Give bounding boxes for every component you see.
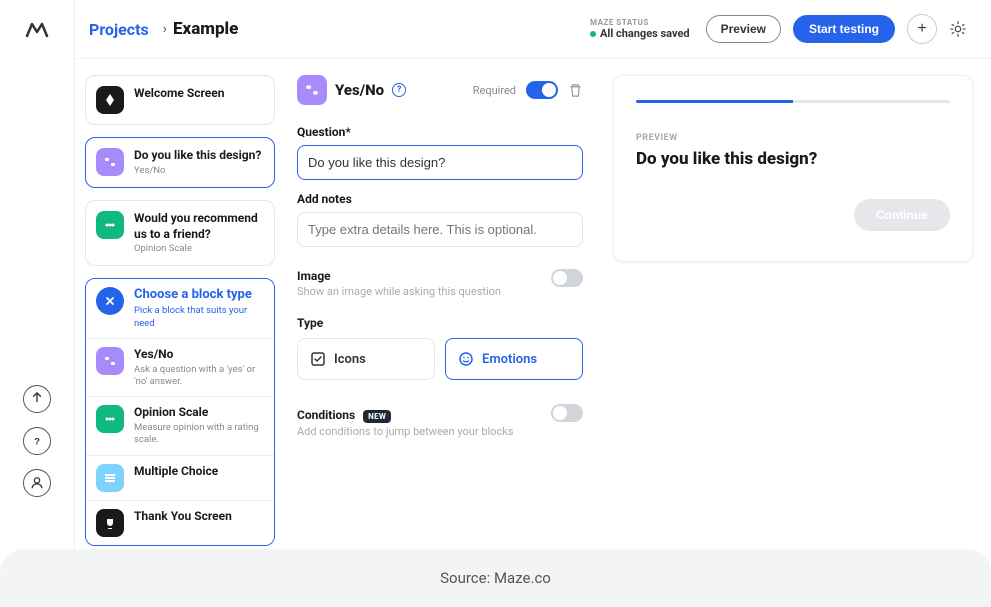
breadcrumb-current: Example	[173, 19, 238, 39]
breadcrumb-parent[interactable]: Projects	[89, 20, 149, 39]
notes-label: Add notes	[297, 192, 583, 206]
type-option-emotions[interactable]: Emotions	[445, 338, 583, 380]
block-yesno[interactable]: Do you like this design? Yes/No	[85, 137, 275, 188]
header: Projects › Example MAZE STATUS All chang…	[75, 0, 991, 59]
editor-panel: Yes/No ? Required Question* Add notes	[285, 59, 595, 607]
dropdown-item-yesno[interactable]: Yes/No Ask a question with a 'yes' or 'n…	[86, 339, 274, 397]
continue-button[interactable]: Continue	[854, 199, 950, 231]
dropdown-item-opinion[interactable]: Opinion Scale Measure opinion with a rat…	[86, 397, 274, 455]
svg-text:?: ?	[34, 437, 40, 448]
block-type-dropdown: Choose a block type Pick a block that su…	[85, 278, 275, 545]
source-attribution: Source: Maze.co	[0, 549, 991, 607]
block-welcome[interactable]: Welcome Screen	[85, 75, 275, 125]
close-icon[interactable]	[96, 287, 124, 315]
type-label: Type	[297, 316, 583, 330]
dropdown-header[interactable]: Choose a block type Pick a block that su…	[86, 279, 274, 339]
smile-icon	[458, 351, 474, 367]
preview-button[interactable]: Preview	[706, 15, 781, 43]
scale-icon	[96, 405, 124, 433]
conditions-label: Conditions	[297, 408, 355, 422]
dropdown-item-multiple[interactable]: Multiple Choice	[86, 456, 274, 501]
type-option-icons[interactable]: Icons	[297, 338, 435, 380]
settings-icon[interactable]	[949, 20, 967, 38]
new-badge: NEW	[363, 410, 391, 423]
image-toggle[interactable]	[551, 269, 583, 287]
dropdown-item-thank[interactable]: Thank You Screen	[86, 501, 274, 545]
maze-logo-icon	[25, 18, 49, 38]
conditions-toggle[interactable]	[551, 404, 583, 422]
progress-bar	[636, 100, 950, 103]
block-opinion[interactable]: Would you recommend us to a friend? Opin…	[85, 200, 275, 267]
yesno-icon	[96, 148, 124, 176]
preview-card: PREVIEW Do you like this design? Continu…	[613, 75, 973, 262]
welcome-icon	[96, 86, 124, 114]
editor-title: Yes/No	[335, 81, 384, 99]
add-button[interactable]: +	[907, 14, 937, 44]
scale-icon	[96, 211, 124, 239]
question-label: Question*	[297, 125, 583, 139]
notes-input[interactable]	[297, 212, 583, 247]
upload-icon[interactable]	[23, 385, 51, 413]
yesno-icon	[96, 347, 124, 375]
user-icon[interactable]	[23, 469, 51, 497]
help-icon[interactable]: ?	[23, 427, 51, 455]
trophy-icon	[96, 509, 124, 537]
delete-icon[interactable]	[568, 83, 583, 98]
preview-question: Do you like this design?	[636, 149, 950, 169]
maze-status: MAZE STATUS All changes saved	[590, 18, 690, 40]
question-input[interactable]	[297, 145, 583, 180]
preview-panel: PREVIEW Do you like this design? Continu…	[595, 59, 991, 607]
help-circle-icon[interactable]: ?	[392, 83, 406, 97]
blocks-panel: Welcome Screen Do you like this design? …	[75, 59, 285, 607]
start-testing-button[interactable]: Start testing	[793, 15, 895, 43]
editor-yesno-icon	[297, 75, 327, 105]
check-square-icon	[310, 351, 326, 367]
left-rail: ?	[0, 0, 75, 607]
choice-icon	[96, 464, 124, 492]
image-label: Image	[297, 269, 501, 283]
chevron-right-icon: ›	[163, 21, 167, 37]
preview-label: PREVIEW	[636, 133, 950, 143]
required-toggle[interactable]	[526, 81, 558, 99]
status-dot-icon	[590, 31, 596, 37]
